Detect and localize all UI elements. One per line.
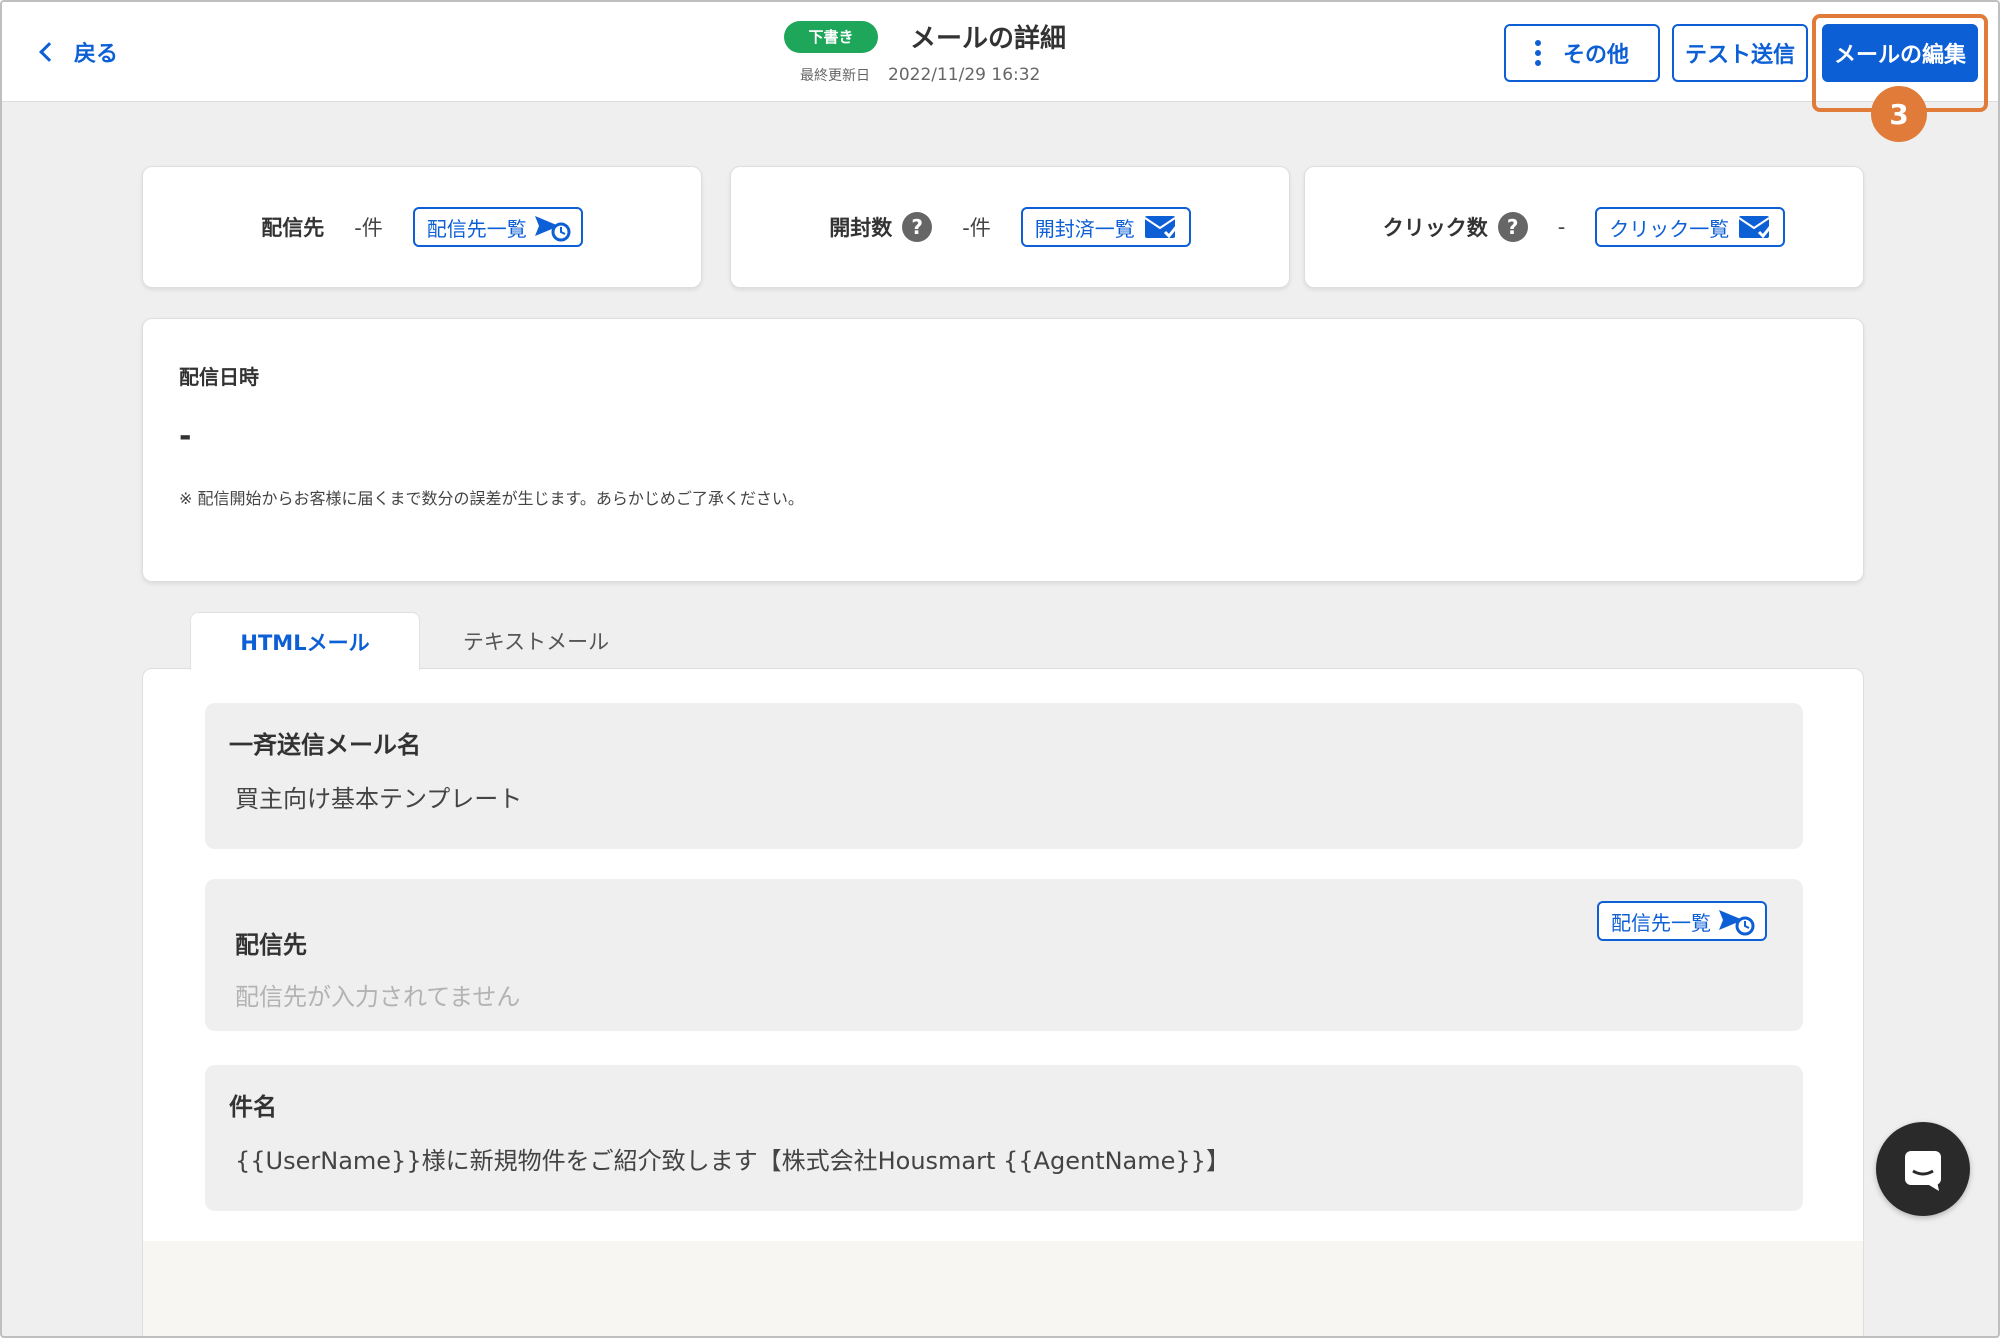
schedule-card: 配信日時 - ※ 配信開始からお客様に届くまで数分の誤差が生じます。あらかじめご… (142, 318, 1864, 582)
recipients-field: 配信先 配信先が入力されてません 配信先一覧 (205, 879, 1803, 1031)
title-area: 下書き メールの詳細 最終更新日 2022/11/29 16:32 (784, 18, 1066, 85)
subject-field: 件名 {{UserName}}様に新規物件をご紹介致します【株式会社Housma… (205, 1065, 1803, 1211)
recipients-stat-label: 配信先 (261, 216, 325, 240)
recipients-stat-card: 配信先 -件 配信先一覧 (142, 166, 702, 288)
schedule-value: - (179, 419, 192, 454)
tab-text-mail[interactable]: テキストメール (420, 612, 652, 670)
test-send-button[interactable]: テスト送信 (1672, 24, 1808, 82)
recipients-list-label: 配信先一覧 (426, 216, 527, 241)
clicks-stat-label: クリック数 (1382, 216, 1488, 240)
test-send-label: テスト送信 (1684, 43, 1795, 68)
chat-launcher-button[interactable] (1876, 1122, 1970, 1216)
page-title: メールの詳細 (910, 24, 1067, 54)
back-button[interactable]: 戻る (39, 36, 119, 68)
schedule-label: 配信日時 (179, 365, 259, 389)
back-label: 戻る (74, 42, 119, 67)
mail-check-icon (1738, 216, 1773, 239)
chevron-left-icon (39, 42, 59, 62)
opens-stat-card: 開封数 ? -件 開封済一覧 (730, 166, 1290, 288)
subject-value: {{UserName}}様に新規物件をご紹介致します【株式会社Housmart … (235, 1147, 1230, 1175)
edit-mail-label: メールの編集 (1833, 43, 1966, 68)
help-icon[interactable]: ? (1497, 212, 1528, 242)
recipients-list-button[interactable]: 配信先一覧 (1597, 901, 1767, 941)
send-clock-icon (534, 216, 571, 242)
clicks-stat-card: クリック数 ? - クリック一覧 (1304, 166, 1864, 288)
step-number-badge: 3 (1871, 86, 1927, 142)
more-label: その他 (1562, 43, 1629, 68)
opened-list-button[interactable]: 開封済一覧 (1020, 207, 1191, 247)
mail-detail-panel: 一斉送信メール名 買主向け基本テンプレート 配信先 配信先が入力されてません 配… (142, 668, 1864, 1336)
clicks-stat-value: - (1557, 215, 1566, 239)
opens-stat-value: -件 (962, 216, 991, 240)
mail-name-field: 一斉送信メール名 買主向け基本テンプレート (205, 703, 1803, 849)
status-badge: 下書き (784, 20, 878, 53)
edit-mail-button[interactable]: メールの編集 (1822, 24, 1978, 82)
clicked-list-label: クリック一覧 (1609, 216, 1730, 241)
clicked-list-button[interactable]: クリック一覧 (1595, 207, 1786, 247)
schedule-note: ※ 配信開始からお客様に届くまで数分の誤差が生じます。あらかじめご了承ください。 (179, 489, 804, 508)
opened-list-label: 開封済一覧 (1034, 216, 1135, 241)
updated-label: 最終更新日 (800, 68, 870, 84)
panel-footer-area (143, 1241, 1863, 1336)
send-clock-icon (1719, 910, 1755, 936)
subject-label: 件名 (229, 1093, 277, 1121)
tab-html-mail[interactable]: HTMLメール (190, 612, 420, 670)
mail-name-label: 一斉送信メール名 (229, 731, 421, 759)
recipients-list-button[interactable]: 配信先一覧 (412, 207, 583, 247)
app-frame: 戻る 下書き メールの詳細 最終更新日 2022/11/29 16:32 その他… (0, 0, 2000, 1338)
kebab-icon (1534, 40, 1541, 66)
recipients-list-label: 配信先一覧 (1611, 910, 1711, 935)
recipients-stat-value: -件 (354, 216, 383, 240)
updated-value: 2022/11/29 16:32 (888, 65, 1041, 85)
mail-name-value: 買主向け基本テンプレート (235, 785, 523, 813)
recipients-field-label: 配信先 (235, 931, 307, 959)
more-button[interactable]: その他 (1504, 24, 1660, 82)
opens-stat-label: 開封数 (829, 216, 893, 240)
page-header: 戻る 下書き メールの詳細 最終更新日 2022/11/29 16:32 その他… (2, 2, 1998, 102)
mail-check-icon (1144, 216, 1178, 239)
help-icon[interactable]: ? (902, 212, 933, 242)
chat-icon (1905, 1151, 1941, 1191)
recipients-placeholder: 配信先が入力されてません (235, 983, 521, 1011)
